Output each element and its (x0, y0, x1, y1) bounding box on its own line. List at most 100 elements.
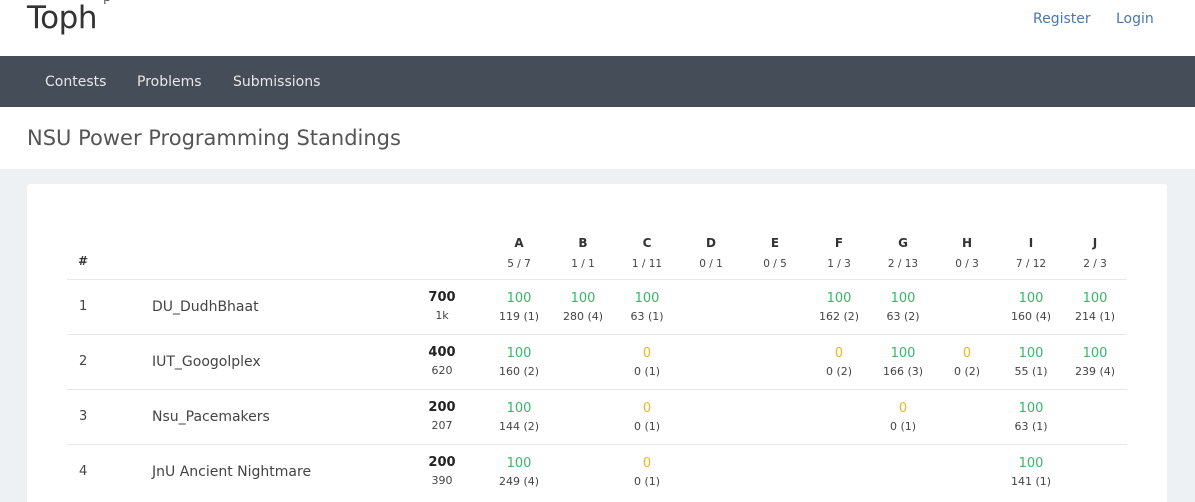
nav-contests[interactable]: Contests (45, 74, 106, 90)
main-nav: Contests Problems Submissions (0, 56, 1195, 107)
problem-cell: 0 0 (2) (807, 333, 871, 389)
problem-letter[interactable]: E (743, 236, 807, 250)
problem-header-a[interactable]: A 5 / 7 (487, 228, 551, 279)
problem-letter[interactable]: B (551, 236, 615, 250)
attempted-points: 0 (642, 455, 652, 471)
time-tries: 141 (1) (1010, 474, 1052, 488)
problem-cell: 100 160 (4) (999, 278, 1063, 334)
team-name[interactable]: IUT_Googolplex (142, 333, 397, 389)
problem-cell (743, 443, 807, 499)
nav-submissions[interactable]: Submissions (233, 74, 320, 90)
problem-header-i[interactable]: I 7 / 12 (999, 228, 1063, 279)
score-header (397, 228, 487, 279)
time-tries: 160 (2) (498, 364, 540, 378)
problem-cell (807, 388, 871, 444)
problem-cell: 100 63 (1) (615, 278, 679, 334)
problem-cell (1063, 443, 1127, 499)
rank-header: # (78, 253, 89, 268)
problem-letter[interactable]: G (871, 236, 935, 250)
problem-stats: 0 / 3 (955, 258, 979, 270)
problem-header-h[interactable]: H 0 / 3 (935, 228, 999, 279)
problem-header-d[interactable]: D 0 / 1 (679, 228, 743, 279)
team-header (142, 228, 397, 279)
problem-letter[interactable]: C (615, 236, 679, 250)
title-bar: NSU Power Programming Standings (0, 107, 1195, 169)
beta-badge: β (103, 0, 111, 5)
time-tries: 162 (2) (818, 309, 860, 323)
score-cell: 400 620 (397, 333, 487, 389)
rank-cell: 2 (67, 333, 142, 389)
problem-cell (551, 388, 615, 444)
team-name[interactable]: DU_DudhBhaat (142, 278, 397, 334)
problem-cell: 100 141 (1) (999, 443, 1063, 499)
table-row: 2 IUT_Googolplex 400 620 100 160 (2) 0 0 (1) 0 0 … (67, 333, 1127, 389)
problem-letter[interactable]: J (1063, 236, 1127, 250)
time-tries: 214 (1) (1074, 309, 1116, 323)
problem-cell: 100 63 (1) (999, 388, 1063, 444)
problem-header-g[interactable]: G 2 / 13 (871, 228, 935, 279)
problem-cell: 100 55 (1) (999, 333, 1063, 389)
time-tries: 55 (1) (1014, 364, 1048, 378)
solved-points: 100 (1082, 290, 1108, 306)
problem-cell (679, 278, 743, 334)
solved-points: 100 (890, 345, 916, 361)
team-name[interactable]: JnU Ancient Nightmare (142, 443, 397, 499)
standings-table: # A 5 / 7 B 1 / 1 C 1 / 11 D 0 / 1 E 0 / 5 F 1 / 3 G 2… (67, 228, 1127, 499)
problem-cell (679, 388, 743, 444)
problem-stats: 7 / 12 (1015, 258, 1047, 270)
time-tries: 144 (2) (498, 419, 540, 433)
solved-points: 100 (826, 290, 852, 306)
solved-points: 100 (506, 400, 532, 416)
time-tries: 63 (1) (1014, 419, 1048, 433)
total-penalty: 620 (431, 363, 453, 377)
team-name[interactable]: Nsu_Pacemakers (142, 388, 397, 444)
register-link[interactable]: Register (1033, 11, 1091, 27)
problem-cell (935, 388, 999, 444)
solved-points: 100 (1018, 345, 1044, 361)
problem-cell (551, 443, 615, 499)
page-title: NSU Power Programming Standings (27, 126, 401, 150)
problem-cell: 100 144 (2) (487, 388, 551, 444)
time-tries: 0 (1) (633, 364, 661, 378)
problem-cell: 0 0 (1) (615, 333, 679, 389)
problem-letter[interactable]: I (999, 236, 1063, 250)
nav-problems[interactable]: Problems (137, 74, 202, 90)
login-link[interactable]: Login (1116, 11, 1154, 27)
score-cell: 200 207 (397, 388, 487, 444)
problem-cell (807, 443, 871, 499)
problem-cell (743, 333, 807, 389)
problem-letter[interactable]: D (679, 236, 743, 250)
problem-header-f[interactable]: F 1 / 3 (807, 228, 871, 279)
total-score: 400 (428, 344, 456, 360)
solved-points: 100 (634, 290, 660, 306)
time-tries: 249 (4) (498, 474, 540, 488)
problem-header-e[interactable]: E 0 / 5 (743, 228, 807, 279)
problem-cell: 0 0 (1) (871, 388, 935, 444)
problem-header-b[interactable]: B 1 / 1 (551, 228, 615, 279)
problem-cell (743, 388, 807, 444)
attempted-points: 0 (642, 400, 652, 416)
rank-cell: 3 (67, 388, 142, 444)
problem-cell: 100 162 (2) (807, 278, 871, 334)
problem-stats: 2 / 3 (1083, 258, 1107, 270)
problem-cell (743, 278, 807, 334)
total-score: 200 (428, 399, 456, 415)
problem-stats: 2 / 13 (887, 258, 919, 270)
problem-letter[interactable]: A (487, 236, 551, 250)
problem-header-c[interactable]: C 1 / 11 (615, 228, 679, 279)
total-penalty: 390 (431, 473, 453, 487)
problem-cell: 100 249 (4) (487, 443, 551, 499)
problem-letter[interactable]: H (935, 236, 999, 250)
attempted-points: 0 (834, 345, 844, 361)
solved-points: 100 (1082, 345, 1108, 361)
solved-points: 100 (570, 290, 596, 306)
time-tries: 166 (3) (882, 364, 924, 378)
total-score: 700 (428, 289, 456, 305)
problem-cell (935, 443, 999, 499)
brand-name: Toph (27, 0, 97, 36)
brand-logo[interactable]: Toph β (27, 0, 111, 36)
problem-letter[interactable]: F (807, 236, 871, 250)
attempted-points: 0 (642, 345, 652, 361)
problem-header-j[interactable]: J 2 / 3 (1063, 228, 1127, 279)
top-header: Toph β Register Login (0, 0, 1195, 56)
